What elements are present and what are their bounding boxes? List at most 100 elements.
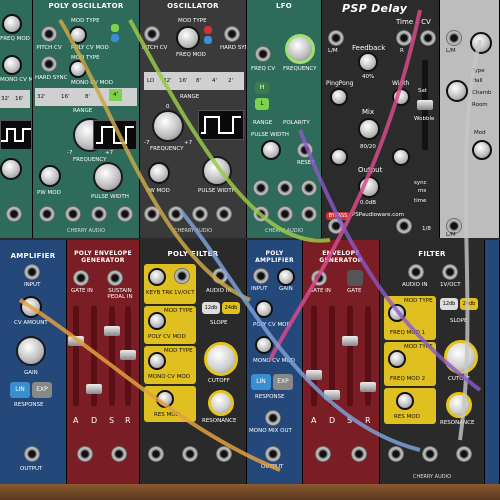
out-jack-6[interactable] bbox=[301, 206, 317, 222]
slider-sustain[interactable] bbox=[104, 306, 120, 406]
slider-attack[interactable] bbox=[306, 306, 322, 406]
slider-decay[interactable] bbox=[86, 306, 102, 406]
exp-button[interactable]: EXP bbox=[273, 374, 293, 390]
out-jack-3[interactable] bbox=[91, 206, 107, 222]
slope-24db-button[interactable]: 24db bbox=[460, 298, 478, 310]
mod-type-toggle[interactable] bbox=[111, 24, 119, 32]
hard-sync-jack[interactable] bbox=[224, 26, 240, 42]
mono-mix-out-jack[interactable] bbox=[265, 410, 281, 426]
range-l-button[interactable]: L bbox=[255, 98, 269, 110]
mono-cv-mod-knob[interactable] bbox=[255, 336, 273, 354]
slider-cap[interactable] bbox=[120, 350, 136, 360]
slider-cap[interactable] bbox=[324, 390, 340, 400]
slider-cap[interactable] bbox=[68, 336, 84, 346]
env-inv-out-jack[interactable] bbox=[111, 446, 127, 462]
frequency-knob[interactable] bbox=[152, 110, 184, 142]
range-h-button[interactable]: H bbox=[255, 82, 269, 94]
reset-jack[interactable] bbox=[297, 142, 313, 158]
out-jack-2[interactable] bbox=[277, 180, 293, 196]
freq-mod-2-knob[interactable] bbox=[388, 350, 406, 368]
slider-cap[interactable] bbox=[360, 382, 376, 392]
out-jack-1[interactable] bbox=[144, 206, 160, 222]
pulse-width-knob[interactable] bbox=[202, 156, 232, 186]
slider-sustain[interactable] bbox=[342, 306, 358, 406]
output-knob[interactable] bbox=[358, 176, 380, 198]
input-r-jack[interactable] bbox=[396, 30, 412, 46]
slope-12db-button[interactable]: 12db bbox=[202, 302, 220, 314]
poly-cv-mod-knob[interactable] bbox=[255, 300, 273, 318]
cv-amount-knob[interactable] bbox=[20, 296, 42, 318]
knob-partial[interactable] bbox=[0, 158, 22, 180]
mod-type-toggle-b[interactable] bbox=[111, 34, 119, 42]
slider-attack[interactable] bbox=[68, 306, 84, 406]
output-jack[interactable] bbox=[265, 446, 281, 462]
sustain-jack[interactable] bbox=[107, 270, 123, 286]
jack-out[interactable] bbox=[6, 206, 22, 222]
1v-oct-jack[interactable] bbox=[442, 264, 458, 280]
res-mod-knob[interactable] bbox=[396, 392, 414, 410]
out-jack-4[interactable] bbox=[216, 206, 232, 222]
freq-mod-1-knob[interactable] bbox=[388, 304, 406, 322]
gain-knob[interactable] bbox=[16, 336, 46, 366]
pitch-cv-jack[interactable] bbox=[144, 26, 160, 42]
mod-knob[interactable] bbox=[472, 140, 492, 160]
freq-mod-knob[interactable] bbox=[176, 26, 200, 50]
slider-cap[interactable] bbox=[86, 384, 102, 394]
resonance-knob[interactable] bbox=[446, 392, 472, 418]
cutoff-knob[interactable] bbox=[204, 342, 238, 376]
reverb-knob-1[interactable] bbox=[470, 32, 492, 54]
poly-cv-mod-knob[interactable] bbox=[148, 312, 166, 330]
out-jack-3[interactable] bbox=[192, 206, 208, 222]
audio-in-jack[interactable] bbox=[408, 264, 424, 280]
pulse-width-knob[interactable] bbox=[261, 140, 281, 160]
pingpong-knob[interactable] bbox=[330, 88, 348, 106]
type-knob[interactable] bbox=[446, 80, 468, 102]
pw-mod-knob[interactable] bbox=[148, 162, 170, 184]
left-knob[interactable] bbox=[330, 148, 348, 166]
time-cv-jack[interactable] bbox=[420, 30, 436, 46]
time-slider-cap[interactable] bbox=[417, 100, 433, 110]
width-knob[interactable] bbox=[392, 88, 410, 106]
time-slider[interactable] bbox=[417, 60, 433, 150]
out-jack-1[interactable] bbox=[388, 446, 404, 462]
lin-button[interactable]: LIN bbox=[10, 382, 30, 398]
gain-knob[interactable] bbox=[277, 268, 295, 286]
keyb-trk-knob[interactable] bbox=[148, 268, 166, 286]
input-jack[interactable] bbox=[24, 264, 40, 280]
out-jack-3[interactable] bbox=[456, 446, 472, 462]
out-jack-3[interactable] bbox=[301, 180, 317, 196]
freq-mod-knob[interactable] bbox=[2, 14, 22, 34]
audio-in-jack[interactable] bbox=[212, 268, 228, 284]
env-out-jack[interactable] bbox=[77, 446, 93, 462]
exp-button[interactable]: EXP bbox=[32, 382, 52, 398]
cutoff-knob[interactable] bbox=[444, 340, 478, 374]
mono-cv-mod-knob[interactable] bbox=[2, 55, 22, 75]
mono-cv-mod-knob[interactable] bbox=[148, 352, 166, 370]
out-jack-1[interactable] bbox=[148, 446, 164, 462]
keyb-trk-jack[interactable] bbox=[174, 268, 190, 284]
output-jack[interactable] bbox=[24, 446, 40, 462]
right-knob[interactable] bbox=[392, 148, 410, 166]
out-jack-2[interactable] bbox=[65, 206, 81, 222]
out-jack-5[interactable] bbox=[277, 206, 293, 222]
out-jack-1[interactable] bbox=[253, 180, 269, 196]
slider-cap[interactable] bbox=[342, 336, 358, 346]
poly-cv-mod-knob[interactable] bbox=[69, 26, 87, 44]
pw-mod-knob[interactable] bbox=[39, 165, 61, 187]
out-jack-4[interactable] bbox=[117, 206, 133, 222]
pulse-width-knob[interactable] bbox=[93, 162, 123, 192]
out-jack-1[interactable] bbox=[39, 206, 55, 222]
slider-cap[interactable] bbox=[306, 370, 322, 380]
out-jack-2[interactable] bbox=[422, 446, 438, 462]
gate-in-jack[interactable] bbox=[311, 270, 327, 286]
slider-release[interactable] bbox=[360, 306, 376, 406]
mod-type-toggle[interactable] bbox=[204, 26, 212, 34]
res-mod-knob[interactable] bbox=[156, 390, 174, 408]
input-lm-jack[interactable] bbox=[328, 30, 344, 46]
pitch-cv-jack[interactable] bbox=[41, 26, 57, 42]
resonance-knob[interactable] bbox=[208, 390, 234, 416]
mono-cv-mod-knob[interactable] bbox=[69, 60, 87, 78]
gate-in-jack[interactable] bbox=[73, 270, 89, 286]
out-jack-2[interactable] bbox=[182, 446, 198, 462]
frequency-knob[interactable] bbox=[285, 34, 315, 64]
